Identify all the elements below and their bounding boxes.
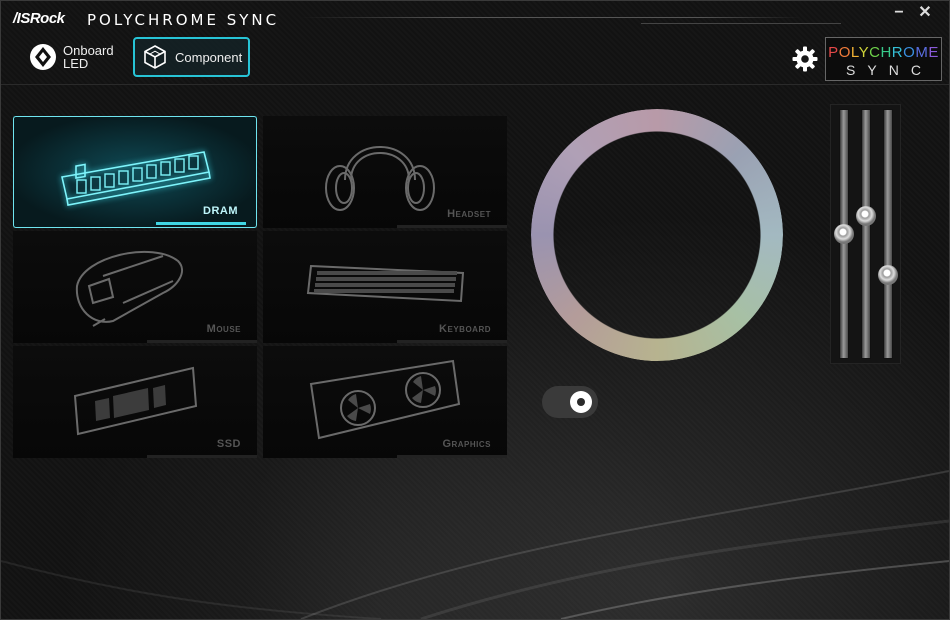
card-label-keyboard: Keyboard <box>439 323 491 335</box>
tab-onboard-label-line2: LED <box>63 56 89 71</box>
card-label-mouse: Mouse <box>206 323 241 335</box>
polychrome-sync-logo: POLYCHROME SYNC <box>825 37 942 81</box>
title-divider-2 <box>641 23 841 24</box>
component-cube-icon <box>144 45 166 69</box>
slider-knob-1[interactable] <box>834 224 854 244</box>
component-card-graphics[interactable]: Graphics <box>263 346 507 458</box>
title-bar: /ISRock POLYCHROME SYNC − ✕ <box>1 1 949 35</box>
toggle-knob <box>570 391 592 413</box>
slider-knob-2[interactable] <box>856 205 876 226</box>
slider-panel <box>830 104 901 364</box>
gear-icon[interactable] <box>791 45 819 73</box>
component-card-keyboard[interactable]: Keyboard <box>263 231 507 343</box>
card-accent-bar <box>397 225 507 228</box>
slider-knob-3[interactable] <box>878 265 898 286</box>
card-label-ssd: SSD <box>216 438 241 450</box>
tab-onboard-label: Onboard LED <box>63 44 114 70</box>
component-card-headset[interactable]: Headset <box>263 116 507 228</box>
component-card-dram[interactable]: DRAM <box>13 116 257 228</box>
color-wheel-panel <box>523 106 813 362</box>
card-accent-bar <box>147 455 257 458</box>
color-ring[interactable] <box>531 109 783 361</box>
card-label-dram: DRAM <box>203 205 238 217</box>
card-accent-bar <box>397 340 507 343</box>
tab-component-label: Component <box>175 49 243 65</box>
card-accent-bar <box>147 340 257 343</box>
nav-bar: Onboard LED Component POLYCHROME SYNC <box>1 35 949 85</box>
card-accent-bar <box>156 222 246 225</box>
asrock-logo: /ISRock <box>13 10 65 27</box>
slider-track-3[interactable] <box>883 109 893 359</box>
card-label-graphics: Graphics <box>442 438 491 450</box>
app-window: /ISRock POLYCHROME SYNC − ✕ Onboard LED <box>0 0 950 620</box>
card-accent-bar <box>397 455 507 458</box>
card-label-headset: Headset <box>447 208 491 220</box>
component-card-mouse[interactable]: Mouse <box>13 231 257 343</box>
tab-onboard-led[interactable]: Onboard LED <box>27 37 127 77</box>
slider-track-2[interactable] <box>861 109 871 359</box>
minimize-button[interactable]: − <box>888 3 910 23</box>
app-title: POLYCHROME SYNC <box>87 11 280 29</box>
logo-bottom-text: SYNC <box>846 62 933 78</box>
title-divider <box>301 17 801 18</box>
effect-toggle[interactable] <box>542 386 598 418</box>
logo-top-text: POLYCHROME <box>828 44 939 61</box>
close-button[interactable]: ✕ <box>914 3 936 23</box>
onboard-led-icon <box>30 44 56 70</box>
component-card-ssd[interactable]: SSD <box>13 346 257 458</box>
tab-component[interactable]: Component <box>133 37 250 77</box>
